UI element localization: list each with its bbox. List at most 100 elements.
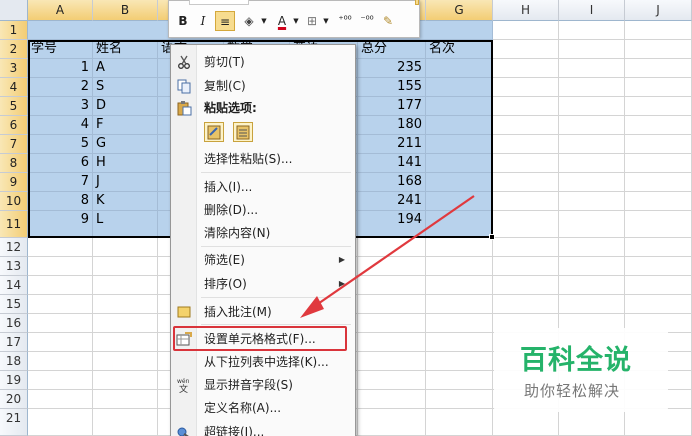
empty-cell[interactable] [493,276,559,295]
table-cell[interactable] [426,78,493,97]
empty-cell[interactable] [493,257,559,276]
empty-cell[interactable] [426,314,493,333]
empty-cell[interactable] [493,192,559,211]
cell-total-score[interactable]: 180 [358,116,426,135]
empty-cell[interactable] [625,135,692,154]
empty-cell[interactable] [559,154,625,173]
empty-cell[interactable] [559,192,625,211]
cell-student-id[interactable]: 1 [28,59,93,78]
empty-cell[interactable] [625,409,692,436]
cell-total-score[interactable]: 194 [358,211,426,238]
menu-item-format-cells[interactable]: 设置单元格格式(F)... [171,328,355,350]
empty-cell[interactable] [426,409,493,436]
cell-total-score[interactable]: 168 [358,173,426,192]
empty-cell[interactable] [625,173,692,192]
empty-cell[interactable] [559,257,625,276]
empty-cell[interactable] [625,192,692,211]
empty-cell[interactable] [493,78,559,97]
empty-cell[interactable] [93,238,158,257]
empty-cell[interactable] [93,371,158,390]
empty-cell[interactable] [493,97,559,116]
row-header-18[interactable]: 18 [0,352,28,371]
fill-color-button[interactable]: ◈ [239,11,259,31]
grow-font-button[interactable] [415,0,419,5]
empty-cell[interactable] [625,97,692,116]
column-header-i[interactable]: I [559,0,625,21]
border-button[interactable]: ⊞ [303,11,321,31]
empty-cell[interactable] [559,40,625,59]
empty-cell[interactable] [358,352,426,371]
menu-item-clear-contents[interactable]: 清除内容(N) [171,222,355,244]
menu-item-paste-special[interactable]: 选择性粘贴(S)... [171,148,355,170]
center-align-button[interactable]: ≡ [215,11,235,31]
row-header-14[interactable]: 14 [0,276,28,295]
row-header-2[interactable]: 2 [0,40,28,59]
row-header-5[interactable]: 5 [0,97,28,116]
empty-cell[interactable] [426,333,493,352]
empty-cell[interactable] [625,211,692,238]
empty-cell[interactable] [559,78,625,97]
cell-total-score[interactable]: 141 [358,154,426,173]
row-header-9[interactable]: 9 [0,173,28,192]
empty-cell[interactable] [493,238,559,257]
table-cell[interactable] [426,59,493,78]
cell-total-score[interactable]: 177 [358,97,426,116]
empty-cell[interactable] [28,371,93,390]
empty-cell[interactable] [493,21,559,40]
empty-cell[interactable] [559,59,625,78]
empty-cell[interactable] [93,409,158,436]
cell-student-id[interactable]: 8 [28,192,93,211]
cell-total-score[interactable]: 211 [358,135,426,154]
cell-student-id[interactable]: 7 [28,173,93,192]
empty-cell[interactable] [426,390,493,409]
column-header-b[interactable]: B [93,0,158,21]
menu-item-define-name[interactable]: 定义名称(A)... [171,397,355,419]
cell-student-name[interactable]: H [93,154,158,173]
empty-cell[interactable] [28,295,93,314]
font-name-box[interactable] [189,0,249,5]
cell-student-id[interactable]: 6 [28,154,93,173]
border-dropdown[interactable]: ▼ [322,11,330,31]
header-cell-rank[interactable]: 名次 [426,40,493,59]
empty-cell[interactable] [28,409,93,436]
empty-cell[interactable] [93,295,158,314]
empty-cell[interactable] [625,78,692,97]
empty-cell[interactable] [493,40,559,59]
empty-cell[interactable] [493,173,559,192]
menu-item-cut[interactable]: 剪切(T) [171,51,355,73]
italic-button[interactable]: I [195,11,211,31]
row-header-10[interactable]: 10 [0,192,28,211]
empty-cell[interactable] [625,295,692,314]
header-cell-name[interactable]: 姓名 [93,40,158,59]
font-color-button[interactable]: A [273,11,291,31]
table-cell[interactable] [426,173,493,192]
table-cell[interactable] [426,154,493,173]
empty-cell[interactable] [93,352,158,371]
cell-student-name[interactable]: K [93,192,158,211]
empty-cell[interactable] [358,295,426,314]
empty-cell[interactable] [358,409,426,436]
empty-cell[interactable] [493,59,559,78]
cell-student-id[interactable]: 3 [28,97,93,116]
bold-button[interactable]: B [175,11,191,31]
empty-cell[interactable] [559,21,625,40]
cell-student-name[interactable]: G [93,135,158,154]
empty-cell[interactable] [426,295,493,314]
empty-cell[interactable] [559,97,625,116]
cell-student-name[interactable]: D [93,97,158,116]
empty-cell[interactable] [426,257,493,276]
cell-student-name[interactable]: S [93,78,158,97]
empty-cell[interactable] [493,211,559,238]
header-cell-id[interactable]: 学号 [28,40,93,59]
empty-cell[interactable] [358,371,426,390]
cell-student-id[interactable]: 9 [28,211,93,238]
empty-cell[interactable] [93,333,158,352]
row-header-8[interactable]: 8 [0,154,28,173]
empty-cell[interactable] [625,154,692,173]
column-header-g[interactable]: G [426,0,493,21]
row-header-13[interactable]: 13 [0,257,28,276]
empty-cell[interactable] [28,314,93,333]
format-painter-button[interactable]: ✎ [379,11,397,31]
empty-cell[interactable] [559,116,625,135]
empty-cell[interactable] [559,409,625,436]
